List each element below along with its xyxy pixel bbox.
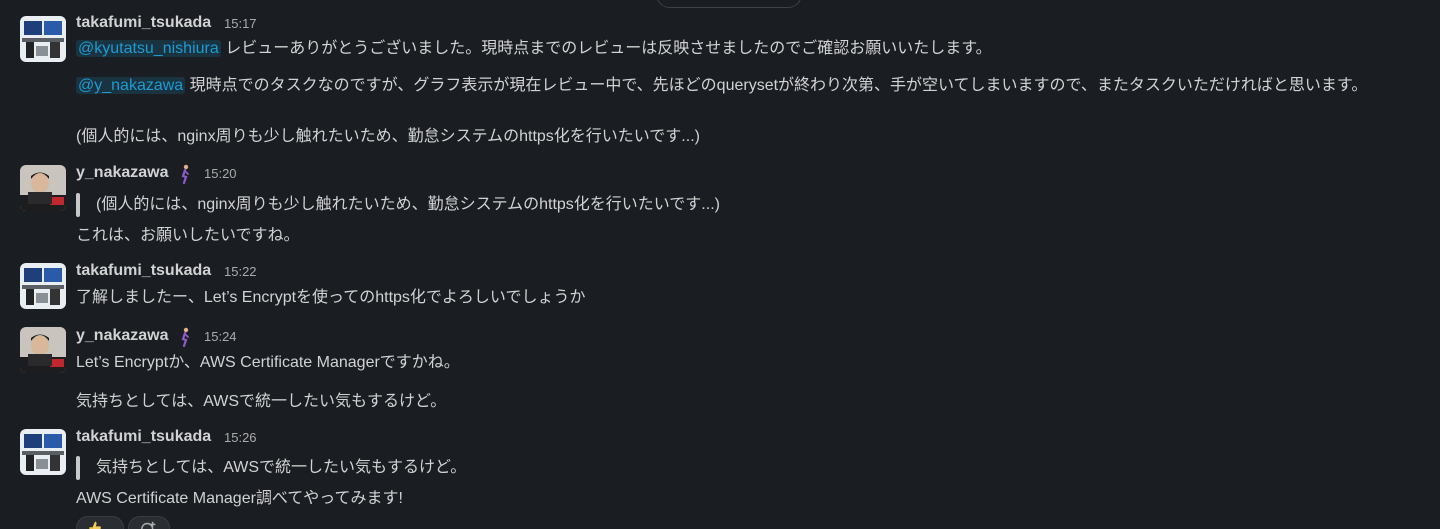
message-author[interactable]: takafumi_tsukada [76, 262, 211, 280]
message-author[interactable]: takafumi_tsukada [76, 428, 211, 446]
message-timestamp[interactable]: 15:26 [224, 430, 257, 445]
message-timestamp[interactable]: 15:17 [224, 16, 257, 31]
message-feed: takafumi_tsukada 15:17 @kyutatsu_nishiur… [0, 0, 1440, 529]
avatar[interactable] [20, 263, 66, 309]
avatar[interactable] [20, 16, 66, 62]
avatar-image [20, 327, 66, 373]
avatar-image [20, 263, 66, 309]
avatar-image [20, 16, 66, 62]
message-text-body: 現時点でのタスクなのですが、グラフ表示が現在レビュー中で、先ほどのqueryse… [185, 77, 1368, 94]
message-timestamp[interactable]: 15:20 [204, 166, 237, 181]
message-text: @kyutatsu_nishiura レビューありがとうございました。現時点まで… [76, 38, 992, 60]
avatar-image [20, 165, 66, 211]
message-timestamp[interactable]: 15:24 [204, 329, 237, 344]
message-text-body: レビューありがとうございました。現時点までのレビューは反映させましたのでご確認お… [220, 40, 992, 57]
message-text: これは、お願いしたいですね。 [76, 227, 300, 244]
message-text: Let’s Encryptか、AWS Certificate Managerです… [76, 354, 460, 371]
runner-emoji-icon[interactable] [178, 164, 192, 184]
reaction-pill[interactable] [76, 516, 124, 529]
message-text: @y_nakazawa 現時点でのタスクなのですが、グラフ表示が現在レビュー中で… [76, 75, 1422, 97]
user-mention[interactable]: @kyutatsu_nishiura [76, 40, 221, 57]
avatar[interactable] [20, 165, 66, 211]
message-author[interactable]: y_nakazawa [76, 164, 169, 182]
quote-text: (個人的には、nginx周りも少し触れたいため、勤怠システムのhttps化を行い… [96, 196, 720, 213]
thumbs-up-icon [89, 521, 101, 529]
quote-bar [76, 456, 80, 480]
add-reaction-icon [141, 521, 156, 529]
quote-bar [76, 193, 80, 217]
user-mention[interactable]: @y_nakazawa [76, 77, 186, 94]
runner-emoji-icon[interactable] [178, 327, 192, 347]
add-reaction-button[interactable] [128, 516, 170, 529]
avatar[interactable] [20, 327, 66, 373]
avatar[interactable] [20, 429, 66, 475]
avatar-image [20, 429, 66, 475]
quote-text: 気持ちとしては、AWSで統一したい気もするけど。 [96, 459, 467, 476]
message-text: 気持ちとしては、AWSで統一したい気もするけど。 [76, 393, 447, 410]
message-text: 了解しましたー、Let’s Encryptを使ってのhttps化でよろしいでしょ… [76, 289, 586, 306]
date-divider-pill[interactable] [656, 0, 802, 8]
message-text: (個人的には、nginx周りも少し触れたいため、勤怠システムのhttps化を行い… [76, 128, 700, 145]
message-timestamp[interactable]: 15:22 [224, 264, 257, 279]
message-text: AWS Certificate Manager調べてやってみます! [76, 490, 403, 507]
message-author[interactable]: takafumi_tsukada [76, 14, 211, 32]
message-author[interactable]: y_nakazawa [76, 327, 169, 345]
